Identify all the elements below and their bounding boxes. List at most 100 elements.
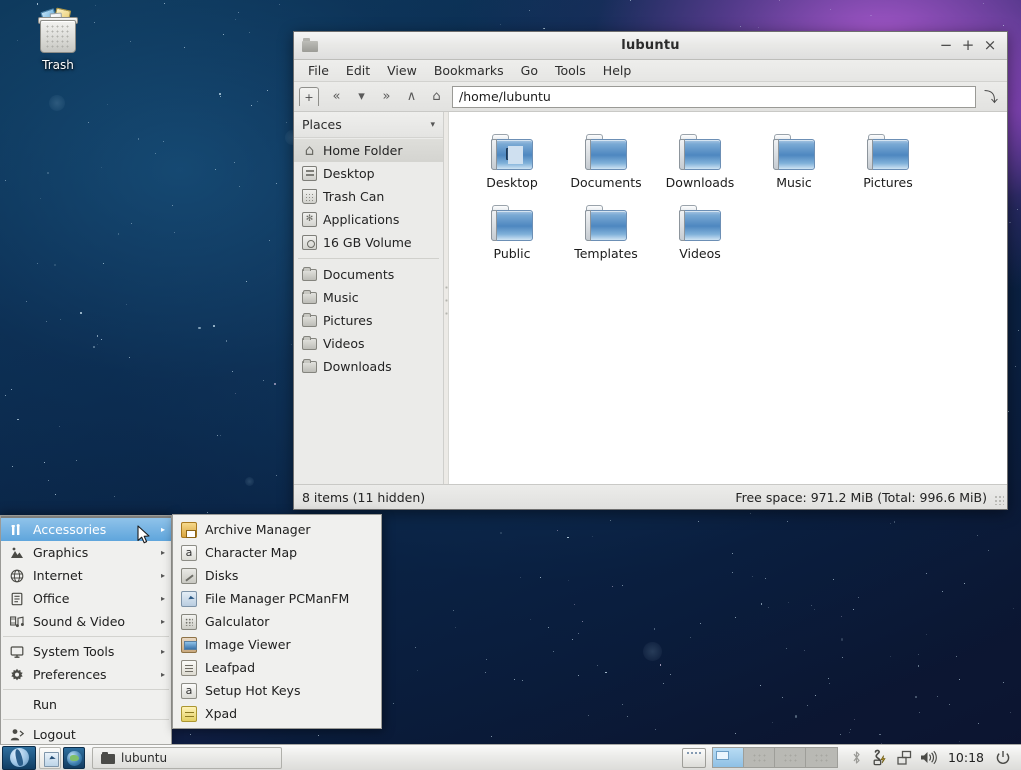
- new-tab-icon[interactable]: +: [299, 87, 319, 106]
- file-item-public[interactable]: Public: [465, 195, 559, 266]
- sidebar-item-downloads[interactable]: Downloads: [294, 355, 443, 378]
- sidebar-item-applications[interactable]: Applications: [294, 208, 443, 231]
- file-item-label: Pictures: [863, 175, 913, 190]
- sidebar-item-documents[interactable]: Documents: [294, 263, 443, 286]
- workspace-2[interactable]: [743, 748, 775, 767]
- file-item-pictures[interactable]: Pictures: [841, 124, 935, 195]
- menu-bar[interactable]: File Edit View Bookmarks Go Tools Help: [294, 60, 1007, 82]
- close-button[interactable]: ×: [980, 36, 1000, 56]
- sidebar-item-home-folder[interactable]: Home Folder: [294, 139, 443, 162]
- menu-view[interactable]: View: [379, 61, 425, 80]
- menu-edit[interactable]: Edit: [338, 61, 378, 80]
- menu-tools[interactable]: Tools: [547, 61, 594, 80]
- history-dropdown-icon[interactable]: ▾: [350, 85, 373, 108]
- file-item-music[interactable]: Music: [747, 124, 841, 195]
- chevron-right-icon: ▸: [160, 548, 165, 557]
- back-icon[interactable]: «: [325, 85, 348, 108]
- toolbar[interactable]: + « ▾ » ∧ ⌂ /home/lubuntu ⤵: [294, 82, 1007, 112]
- file-item-templates[interactable]: Templates: [559, 195, 653, 266]
- places-header[interactable]: Places ▾: [294, 112, 443, 138]
- submenu-item-label: Xpad: [205, 706, 238, 721]
- sidebar-item-videos[interactable]: Videos: [294, 332, 443, 355]
- submenu-item-label: Leafpad: [205, 660, 256, 675]
- resize-grip[interactable]: [994, 495, 1004, 505]
- taskbar-window-label: lubuntu: [121, 750, 168, 765]
- menu-go[interactable]: Go: [513, 61, 546, 80]
- path-input[interactable]: /home/lubuntu: [452, 85, 976, 108]
- sidebar-item-pictures[interactable]: Pictures: [294, 309, 443, 332]
- submenu-item-galculator[interactable]: Galculator: [173, 610, 381, 633]
- sidebar-item-label: Downloads: [323, 359, 392, 374]
- bluetooth-icon[interactable]: [846, 747, 868, 769]
- clock[interactable]: 10:18: [942, 750, 990, 765]
- menu-item-label: Logout: [33, 727, 76, 742]
- menu-bookmarks[interactable]: Bookmarks: [426, 61, 512, 80]
- graphics-icon: [9, 545, 25, 561]
- chevron-down-icon[interactable]: ▾: [430, 120, 435, 130]
- window-switch-icon[interactable]: [894, 747, 916, 769]
- launcher-web-browser[interactable]: [63, 746, 85, 769]
- menu-item-graphics[interactable]: Graphics ▸: [1, 541, 171, 564]
- file-item-desktop[interactable]: Desktop: [465, 124, 559, 195]
- menu-item-office[interactable]: Office ▸: [1, 587, 171, 610]
- submenu-item-file-manager-pcmanfm[interactable]: File Manager PCManFM: [173, 587, 381, 610]
- desktop-icon-trash[interactable]: Trash: [16, 7, 100, 72]
- menu-item-sound-video[interactable]: Sound & Video ▸: [1, 610, 171, 633]
- menu-item-logout[interactable]: Logout: [1, 723, 171, 746]
- menu-item-run[interactable]: Run: [1, 693, 171, 716]
- logout-icon: [9, 727, 25, 743]
- menu-item-accessories[interactable]: Accessories ▸: [1, 518, 171, 541]
- submenu-item-character-map[interactable]: Character Map: [173, 541, 381, 564]
- up-icon[interactable]: ∧: [400, 85, 423, 108]
- hotkeys-icon: [181, 682, 197, 699]
- start-menu[interactable]: Accessories ▸ Graphics ▸ Internet ▸ Offi…: [0, 515, 172, 746]
- window-titlebar[interactable]: lubuntu − + ×: [294, 32, 1007, 60]
- menu-divider: [3, 636, 169, 637]
- menu-item-system-tools[interactable]: System Tools ▸: [1, 640, 171, 663]
- sidebar-item-16gb-volume[interactable]: 16 GB Volume: [294, 231, 443, 254]
- file-manager-window[interactable]: lubuntu − + × File Edit View Bookmarks G…: [293, 31, 1008, 510]
- submenu-item-archive-manager[interactable]: Archive Manager: [173, 518, 381, 541]
- home-icon[interactable]: ⌂: [425, 85, 448, 108]
- workspace-3[interactable]: [774, 748, 806, 767]
- power-manager-icon[interactable]: [870, 747, 892, 769]
- file-item-videos[interactable]: Videos: [653, 195, 747, 266]
- workspace-4[interactable]: [805, 748, 837, 767]
- submenu-item-image-viewer[interactable]: Image Viewer: [173, 633, 381, 656]
- sidebar-item-trash-can[interactable]: Trash Can: [294, 185, 443, 208]
- submenu-item-xpad[interactable]: Xpad: [173, 702, 381, 725]
- menu-item-preferences[interactable]: Preferences ▸: [1, 663, 171, 686]
- menu-item-internet[interactable]: Internet ▸: [1, 564, 171, 587]
- submenu-item-disks[interactable]: Disks: [173, 564, 381, 587]
- file-item-documents[interactable]: Documents: [559, 124, 653, 195]
- system-tray[interactable]: 10:18: [681, 747, 1019, 769]
- go-icon[interactable]: ⤵: [980, 85, 1002, 108]
- volume-icon[interactable]: [918, 747, 940, 769]
- submenu-item-leafpad[interactable]: Leafpad: [173, 656, 381, 679]
- start-button[interactable]: [2, 745, 36, 770]
- maximize-button[interactable]: +: [958, 36, 978, 56]
- submenu-item-setup-hot-keys[interactable]: Setup Hot Keys: [173, 679, 381, 702]
- archive-manager-icon: [181, 521, 197, 538]
- workspace-1[interactable]: [712, 748, 744, 767]
- forward-icon[interactable]: »: [375, 85, 398, 108]
- menu-item-label: Graphics: [33, 545, 89, 560]
- taskbar-window-button[interactable]: lubuntu: [92, 746, 282, 769]
- file-list-pane[interactable]: Desktop Documents Downloads Music Pictur…: [449, 112, 1007, 484]
- sidebar-item-label: Music: [323, 290, 359, 305]
- launcher-file-manager[interactable]: [39, 746, 61, 769]
- accessories-submenu[interactable]: Archive Manager Character Map Disks File…: [172, 514, 382, 729]
- menu-file[interactable]: File: [300, 61, 337, 80]
- taskbar[interactable]: lubuntu 10:18: [0, 744, 1021, 770]
- power-icon[interactable]: [992, 747, 1014, 769]
- system-tools-icon: [9, 644, 25, 660]
- home-icon: [302, 143, 317, 158]
- workspace-pager[interactable]: [711, 747, 838, 768]
- sidebar-item-label: 16 GB Volume: [323, 235, 412, 250]
- sidebar-item-desktop[interactable]: Desktop: [294, 162, 443, 185]
- menu-help[interactable]: Help: [595, 61, 640, 80]
- file-item-downloads[interactable]: Downloads: [653, 124, 747, 195]
- sidebar-item-music[interactable]: Music: [294, 286, 443, 309]
- show-desktop-icon[interactable]: [681, 747, 706, 768]
- minimize-button[interactable]: −: [936, 36, 956, 56]
